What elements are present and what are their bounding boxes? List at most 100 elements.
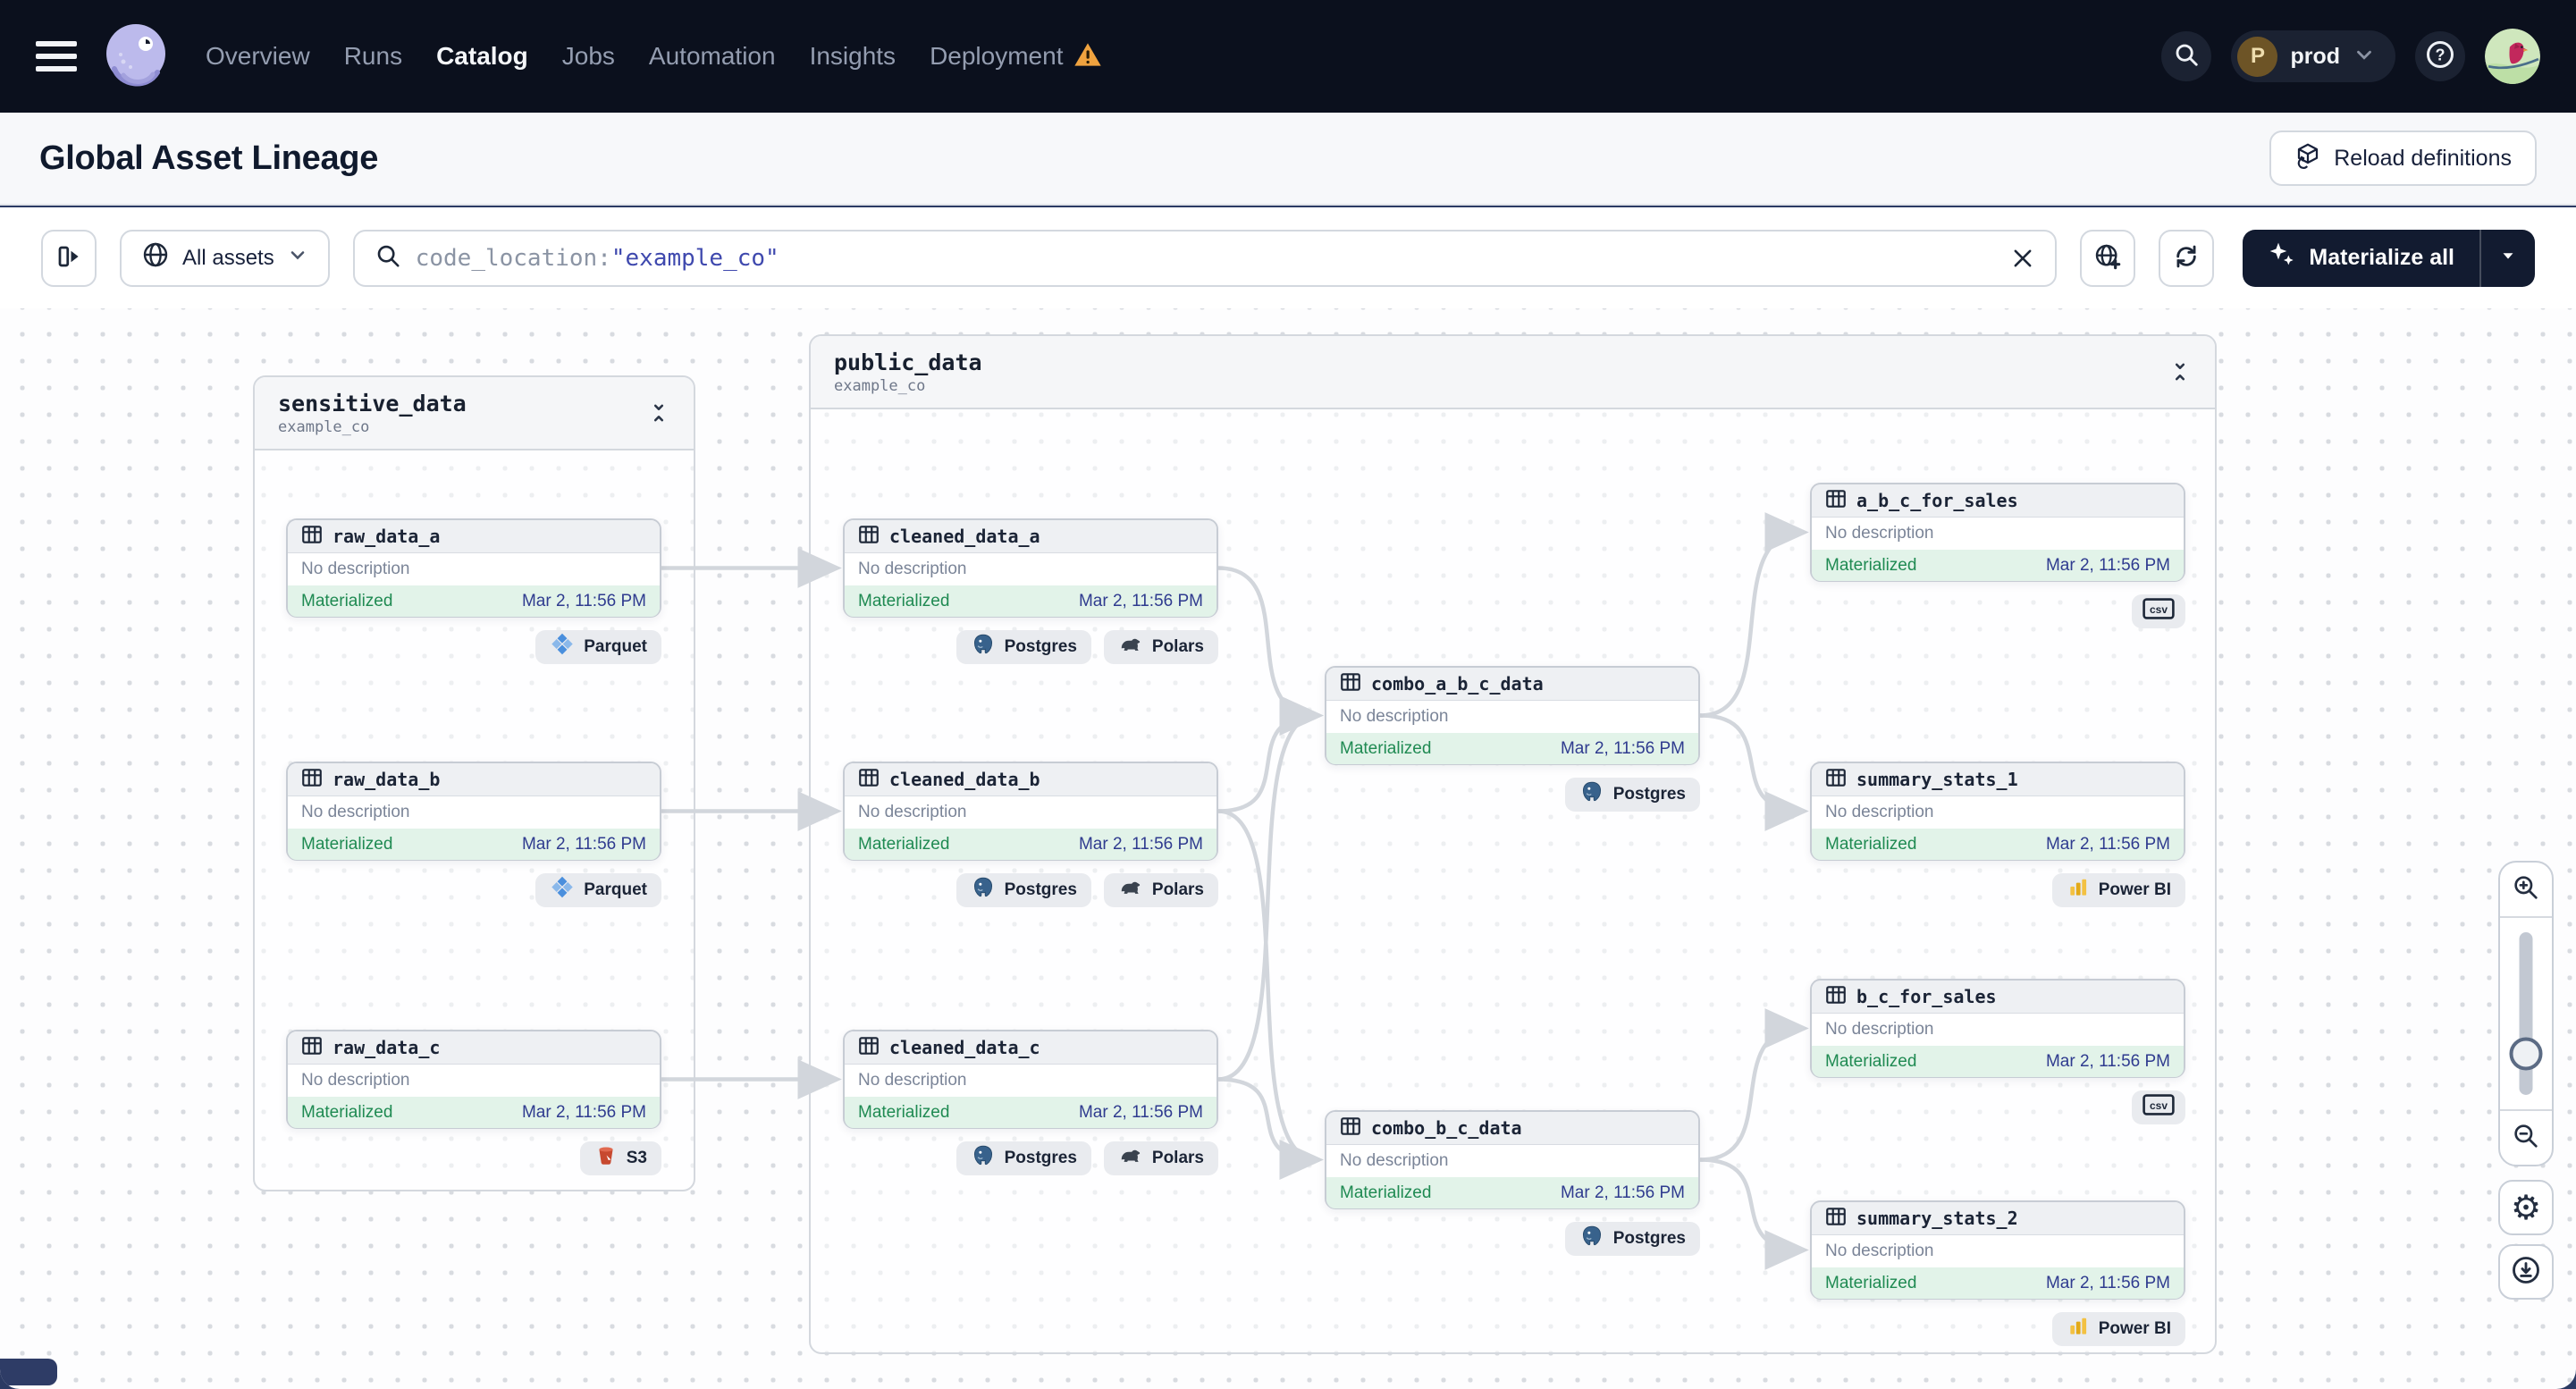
kind-tag-label: Postgres [1004, 637, 1077, 656]
asset-node-cleaned_data_b[interactable]: cleaned_data_b No description Materializ… [843, 762, 1218, 861]
asset-node-a_b_c_for_sales[interactable]: a_b_c_for_sales No description Materiali… [1810, 483, 2185, 582]
materialized-timestamp[interactable]: Mar 2, 11:56 PM [1561, 1183, 1685, 1203]
nav-item-automation[interactable]: Automation [649, 42, 776, 71]
dagster-logo[interactable] [97, 17, 175, 96]
download-image-button[interactable] [2498, 1244, 2554, 1300]
materialized-timestamp[interactable]: Mar 2, 11:56 PM [2046, 556, 2170, 576]
powerbi-icon [2067, 1315, 2090, 1343]
collapse-group-icon[interactable] [647, 401, 670, 425]
kind-tag-postgres[interactable]: Postgres [955, 873, 1091, 907]
materialized-status: Materialized [1340, 738, 1432, 758]
asset-node-summary_stats_2[interactable]: summary_stats_2 No description Materiali… [1810, 1200, 2185, 1300]
horizontal-scrollbar-thumb[interactable] [0, 1359, 57, 1385]
materialized-status: Materialized [301, 591, 393, 610]
nav-item-runs[interactable]: Runs [344, 42, 402, 71]
nav-item-jobs[interactable]: Jobs [562, 42, 615, 71]
zoom-out-button[interactable] [2500, 1109, 2552, 1165]
nav-item-deployment[interactable]: Deployment [930, 42, 1063, 71]
kind-tag-label: Power BI [2098, 880, 2171, 899]
materialize-options-button[interactable] [2479, 229, 2535, 287]
materialize-all-button[interactable]: Materialize all [2243, 230, 2479, 287]
asset-search-input[interactable]: code_location:"example_co" [352, 229, 2058, 287]
materialized-timestamp[interactable]: Mar 2, 11:56 PM [522, 592, 646, 611]
refresh-button[interactable] [2159, 229, 2215, 287]
asset-node-raw_data_c[interactable]: raw_data_c No description Materialized M… [286, 1030, 661, 1129]
asset-node-raw_data_b[interactable]: raw_data_b No description Materialized M… [286, 762, 661, 861]
asset-description: No description [301, 803, 410, 821]
filter-to-default-button[interactable] [2080, 229, 2136, 287]
clear-search-button[interactable] [2007, 242, 2039, 274]
materialized-status: Materialized [1340, 1183, 1432, 1202]
materialized-timestamp[interactable]: Mar 2, 11:56 PM [1079, 1103, 1203, 1123]
table-icon [300, 523, 324, 551]
asset-filter-dropdown[interactable]: All assets [120, 229, 330, 287]
kind-tag-parquet[interactable]: Parquet [535, 630, 661, 664]
kind-tag-label: Power BI [2098, 1319, 2171, 1338]
kind-tag-csv[interactable]: csv [2132, 594, 2185, 628]
kind-tag-s3[interactable]: S3 [579, 1141, 661, 1175]
kind-tag-label: Postgres [1004, 1149, 1077, 1167]
materialized-timestamp[interactable]: Mar 2, 11:56 PM [2046, 1274, 2170, 1293]
kind-tag-power-bi[interactable]: Power BI [2051, 1312, 2185, 1346]
asset-node-cleaned_data_a[interactable]: cleaned_data_a No description Materializ… [843, 518, 1218, 618]
asset-node-cleaned_data_c[interactable]: cleaned_data_c No description Materializ… [843, 1030, 1218, 1129]
user-avatar[interactable] [2485, 29, 2540, 84]
asset-node-header: cleaned_data_b [845, 763, 1216, 796]
materialized-timestamp[interactable]: Mar 2, 11:56 PM [1079, 835, 1203, 854]
zoom-slider-track[interactable] [2519, 932, 2533, 1095]
nav-item-insights[interactable]: Insights [810, 42, 897, 71]
global-search-button[interactable] [2161, 31, 2212, 81]
collapse-group-icon[interactable] [2168, 360, 2192, 383]
postgres-icon [971, 875, 996, 905]
asset-node-body: No description [1812, 1014, 2184, 1046]
asset-node-b_c_for_sales[interactable]: b_c_for_sales No description Materialize… [1810, 979, 2185, 1078]
zoom-slider-thumb[interactable] [2509, 1037, 2543, 1071]
asset-node-raw_data_a[interactable]: raw_data_a No description Materialized M… [286, 518, 661, 618]
materialized-timestamp[interactable]: Mar 2, 11:56 PM [522, 835, 646, 854]
hamburger-menu-icon[interactable] [36, 41, 77, 72]
kind-tag-postgres[interactable]: Postgres [955, 1141, 1091, 1175]
asset-node-combo_b_c_data[interactable]: combo_b_c_data No description Materializ… [1325, 1110, 1700, 1209]
kind-tag-polars[interactable]: Polars [1103, 630, 1218, 664]
asset-node-summary_stats_1[interactable]: summary_stats_1 No description Materiali… [1810, 762, 2185, 861]
help-button[interactable]: ? [2415, 31, 2465, 81]
asset-node-footer: Materialized Mar 2, 11:56 PM [845, 1097, 1216, 1128]
asset-node-header: summary_stats_1 [1812, 763, 2184, 796]
asset-tag-row: Postgres [1325, 778, 1700, 812]
kind-tag-label: Parquet [584, 637, 647, 656]
materialized-timestamp[interactable]: Mar 2, 11:56 PM [522, 1103, 646, 1123]
toggle-sidebar-button[interactable] [41, 229, 97, 287]
postgres-icon [1579, 779, 1604, 810]
search-icon [2173, 41, 2200, 72]
reload-definitions-button[interactable]: Reload definitions [2269, 130, 2537, 186]
asset-node-combo_a_b_c_data[interactable]: combo_a_b_c_data No description Material… [1325, 666, 1700, 765]
materialized-timestamp[interactable]: Mar 2, 11:56 PM [2046, 835, 2170, 854]
zoom-in-button[interactable] [2500, 863, 2552, 918]
kind-tag-polars[interactable]: Polars [1103, 873, 1218, 907]
kind-tag-power-bi[interactable]: Power BI [2051, 873, 2185, 907]
page-title: Global Asset Lineage [39, 139, 379, 177]
materialized-timestamp[interactable]: Mar 2, 11:56 PM [1561, 739, 1685, 759]
kind-tag-csv[interactable]: csv [2132, 1090, 2185, 1124]
nav-item-overview[interactable]: Overview [206, 42, 310, 71]
kind-tag-polars[interactable]: Polars [1103, 1141, 1218, 1175]
kind-tag-parquet[interactable]: Parquet [535, 873, 661, 907]
asset-tag-row: Parquet [286, 873, 661, 907]
polars-icon [1118, 1143, 1143, 1174]
asset-description: No description [1825, 524, 1934, 543]
lineage-graph-canvas[interactable]: ⚙ sensitive_data example_co public_data … [0, 308, 2576, 1389]
deployment-switcher[interactable]: P prod [2231, 30, 2395, 82]
materialized-timestamp[interactable]: Mar 2, 11:56 PM [1079, 592, 1203, 611]
materialized-status: Materialized [858, 591, 950, 610]
asset-node-footer: Materialized Mar 2, 11:56 PM [1326, 1177, 1698, 1208]
graph-settings-button[interactable]: ⚙ [2498, 1180, 2554, 1235]
chevron-down-icon [2353, 43, 2376, 71]
group-code-location: example_co [834, 376, 926, 395]
materialized-timestamp[interactable]: Mar 2, 11:56 PM [2046, 1052, 2170, 1072]
nav-item-catalog[interactable]: Catalog [436, 42, 528, 71]
table-icon [300, 766, 324, 794]
kind-tag-postgres[interactable]: Postgres [1564, 778, 1700, 812]
sparkle-icon [2268, 240, 2296, 275]
kind-tag-postgres[interactable]: Postgres [1564, 1222, 1700, 1256]
kind-tag-postgres[interactable]: Postgres [955, 630, 1091, 664]
